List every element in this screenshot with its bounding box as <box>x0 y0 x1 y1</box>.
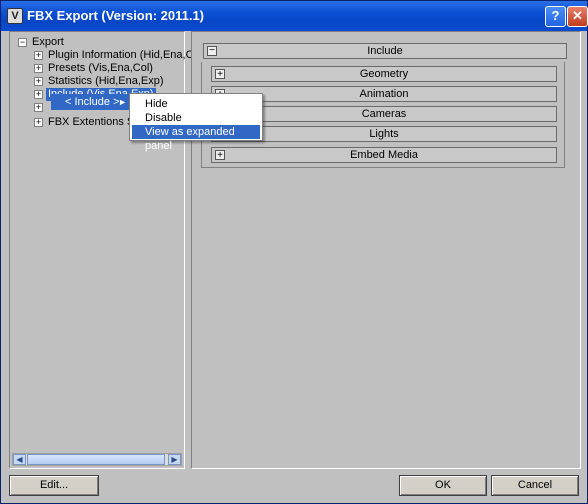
cancel-button[interactable]: Cancel <box>491 475 579 496</box>
menu-item-view-as-expanded-panel[interactable]: View as expanded panel <box>132 125 260 152</box>
expand-icon[interactable]: + <box>34 64 43 73</box>
context-submenu: Hide Disable View as expanded panel <box>129 93 263 152</box>
horizontal-scrollbar[interactable]: ◀ ▶ <box>12 453 182 466</box>
expand-icon[interactable]: + <box>215 69 225 80</box>
submenu-arrow-icon: ► <box>118 97 127 107</box>
rollout-embed-media[interactable]: + Embed Media <box>211 147 557 163</box>
app-icon: V <box>7 8 23 24</box>
rollout-include-label: Include <box>367 45 403 57</box>
fbx-export-dialog: V FBX Export (Version: 2011.1) ? ✕ − Exp… <box>0 0 588 504</box>
close-button[interactable]: ✕ <box>567 6 588 27</box>
rollout-label: Cameras <box>361 108 407 120</box>
tree-root-label[interactable]: Export <box>32 36 64 49</box>
expand-icon[interactable]: + <box>34 51 43 60</box>
help-button[interactable]: ? <box>545 6 566 27</box>
scroll-left-icon[interactable]: ◀ <box>13 454 26 465</box>
tree-item-label[interactable]: Plugin Information (Hid,Ena,Col) <box>48 49 206 62</box>
expand-icon[interactable]: + <box>34 90 43 99</box>
window-title: FBX Export (Version: 2011.1) <box>27 8 205 23</box>
collapse-icon[interactable]: − <box>18 38 27 47</box>
rollout-label: Lights <box>369 128 399 140</box>
menu-item-hide[interactable]: Hide <box>132 97 260 111</box>
rollout-geometry[interactable]: + Geometry <box>211 66 557 82</box>
tree-item-label[interactable]: Presets (Vis,Ena,Col) <box>48 62 153 75</box>
scroll-thumb[interactable] <box>27 454 165 465</box>
title-bar[interactable]: V FBX Export (Version: 2011.1) ? ✕ <box>1 1 588 31</box>
context-menu-include-item[interactable]: < Include > ► <box>51 94 133 110</box>
context-menu-include-label: < Include > <box>65 96 120 108</box>
edit-button[interactable]: Edit... <box>9 475 99 496</box>
menu-item-disable[interactable]: Disable <box>132 111 260 125</box>
rollout-label: Animation <box>359 88 409 100</box>
rollout-label: Embed Media <box>350 149 418 161</box>
tree-item-label[interactable]: Statistics (Hid,Ena,Exp) <box>48 75 164 88</box>
expand-icon[interactable]: + <box>34 118 43 127</box>
expand-icon[interactable]: + <box>34 103 43 112</box>
ok-button[interactable]: OK <box>399 475 487 496</box>
expand-icon[interactable]: + <box>215 150 225 161</box>
rollout-label: Geometry <box>359 68 409 80</box>
rollout-include[interactable]: − Include <box>203 43 567 59</box>
collapse-icon[interactable]: − <box>207 46 217 56</box>
expand-icon[interactable]: + <box>34 77 43 86</box>
scroll-right-icon[interactable]: ▶ <box>168 454 181 465</box>
